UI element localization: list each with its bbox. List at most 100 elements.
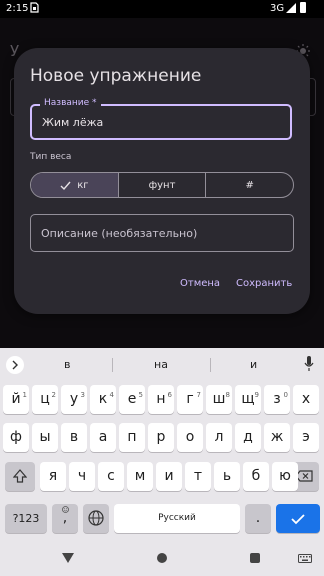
key[interactable]: ю — [272, 462, 298, 491]
weight-option-count[interactable]: # — [205, 173, 293, 197]
key[interactable]: ш8 — [206, 385, 232, 414]
key-label: ф — [10, 429, 22, 445]
dialog-title: Новое упражнение — [30, 66, 202, 86]
check-icon — [60, 181, 71, 190]
key[interactable]: й1 — [3, 385, 29, 414]
key[interactable]: м — [127, 462, 153, 491]
key[interactable]: т — [185, 462, 211, 491]
key[interactable]: ь — [214, 462, 240, 491]
key-label: з — [273, 391, 281, 407]
key[interactable]: г7 — [177, 385, 203, 414]
period-key[interactable]: . — [245, 504, 271, 533]
back-icon[interactable] — [62, 552, 74, 564]
key-label: щ — [241, 391, 255, 407]
key[interactable]: л — [206, 423, 232, 452]
key[interactable]: ф — [3, 423, 29, 452]
weight-option-label: фунт — [148, 179, 176, 191]
shift-icon — [12, 469, 28, 483]
key-hint: 9 — [254, 391, 259, 399]
key[interactable]: д — [235, 423, 261, 452]
emoji-comma-key[interactable]: , — [52, 504, 78, 533]
key-label: л — [214, 429, 224, 445]
key-label: а — [98, 429, 108, 445]
key[interactable]: н6 — [148, 385, 174, 414]
key-label: ю — [279, 468, 291, 484]
key-label: р — [156, 429, 166, 445]
key-label: п — [127, 429, 137, 445]
key[interactable]: щ9 — [235, 385, 261, 414]
key[interactable]: я — [40, 462, 66, 491]
key-label: о — [185, 429, 195, 445]
suggestion-divider — [210, 358, 211, 372]
key[interactable]: о — [177, 423, 203, 452]
keyboard: в на и й1ц2у3к4е5н6г7ш8щ9з0х фывапролджэ… — [0, 348, 324, 540]
key-label: э — [302, 429, 310, 445]
suggestion-bar: в на и — [0, 348, 324, 380]
globe-icon — [88, 510, 104, 526]
recents-icon[interactable] — [250, 553, 260, 563]
language-key[interactable] — [83, 504, 109, 533]
key-label: к — [98, 391, 108, 407]
key-label: ч — [77, 468, 87, 484]
key[interactable]: х — [293, 385, 319, 414]
chevron-right-icon — [12, 360, 18, 370]
key-hint: 6 — [167, 391, 172, 399]
weight-option-kg[interactable]: кг — [31, 173, 118, 197]
key[interactable]: с — [98, 462, 124, 491]
key[interactable]: в — [61, 423, 87, 452]
key[interactable]: а — [90, 423, 116, 452]
key-hint: 4 — [109, 391, 114, 399]
key[interactable]: р — [148, 423, 174, 452]
symbols-key[interactable]: ?123 — [5, 504, 47, 533]
status-time: 2:15 — [6, 3, 29, 14]
description-field[interactable]: Описание (необязательно) — [30, 214, 294, 252]
key[interactable]: к4 — [90, 385, 116, 414]
key[interactable]: з0 — [264, 385, 290, 414]
keyboard-switch-icon[interactable] — [298, 554, 312, 563]
key-hint: 8 — [225, 391, 230, 399]
key-label: е — [127, 391, 137, 407]
save-button[interactable]: Сохранить — [236, 278, 292, 289]
key[interactable]: у3 — [61, 385, 87, 414]
suggestion-item[interactable]: на — [154, 358, 168, 371]
suggestion-item[interactable]: в — [64, 358, 70, 371]
home-icon[interactable] — [157, 553, 167, 563]
key-label: ш — [212, 391, 226, 407]
description-placeholder: Описание (необязательно) — [41, 227, 198, 240]
microphone-icon[interactable] — [304, 356, 314, 372]
key-label: я — [48, 468, 58, 484]
key[interactable]: э — [293, 423, 319, 452]
weight-option-lb[interactable]: фунт — [117, 173, 206, 197]
key-label: т — [193, 468, 203, 484]
space-key[interactable]: Русский — [114, 504, 240, 533]
weight-type-label: Тип веса — [30, 152, 72, 162]
suggestion-item[interactable]: и — [250, 358, 257, 371]
key[interactable]: п — [119, 423, 145, 452]
status-bar: 2:15 3G — [0, 0, 324, 18]
cancel-button[interactable]: Отмена — [180, 278, 220, 289]
name-field[interactable]: Название * Жим лёжа — [30, 98, 292, 140]
key-label: г — [186, 391, 194, 407]
expand-toolbar-button[interactable] — [6, 356, 24, 374]
key[interactable]: ж — [264, 423, 290, 452]
key-hint: 1 — [22, 391, 27, 399]
key-label: и — [164, 468, 174, 484]
navigation-bar — [0, 540, 324, 576]
key-label: н — [156, 391, 166, 407]
shift-key[interactable] — [5, 462, 35, 491]
key-hint: 7 — [196, 391, 201, 399]
key-label: й — [11, 391, 21, 407]
key[interactable]: б — [243, 462, 269, 491]
enter-key[interactable] — [276, 504, 320, 533]
suggestion-divider — [112, 358, 113, 372]
key[interactable]: ч — [69, 462, 95, 491]
emoji-icon — [62, 506, 69, 513]
key[interactable]: ы — [32, 423, 58, 452]
key-label: ц — [40, 391, 50, 407]
sim-card-icon — [30, 2, 39, 13]
battery-icon — [300, 2, 306, 13]
key[interactable]: и — [156, 462, 182, 491]
key[interactable]: е5 — [119, 385, 145, 414]
key[interactable]: ц2 — [32, 385, 58, 414]
weight-type-selector: кг фунт # — [30, 172, 294, 198]
